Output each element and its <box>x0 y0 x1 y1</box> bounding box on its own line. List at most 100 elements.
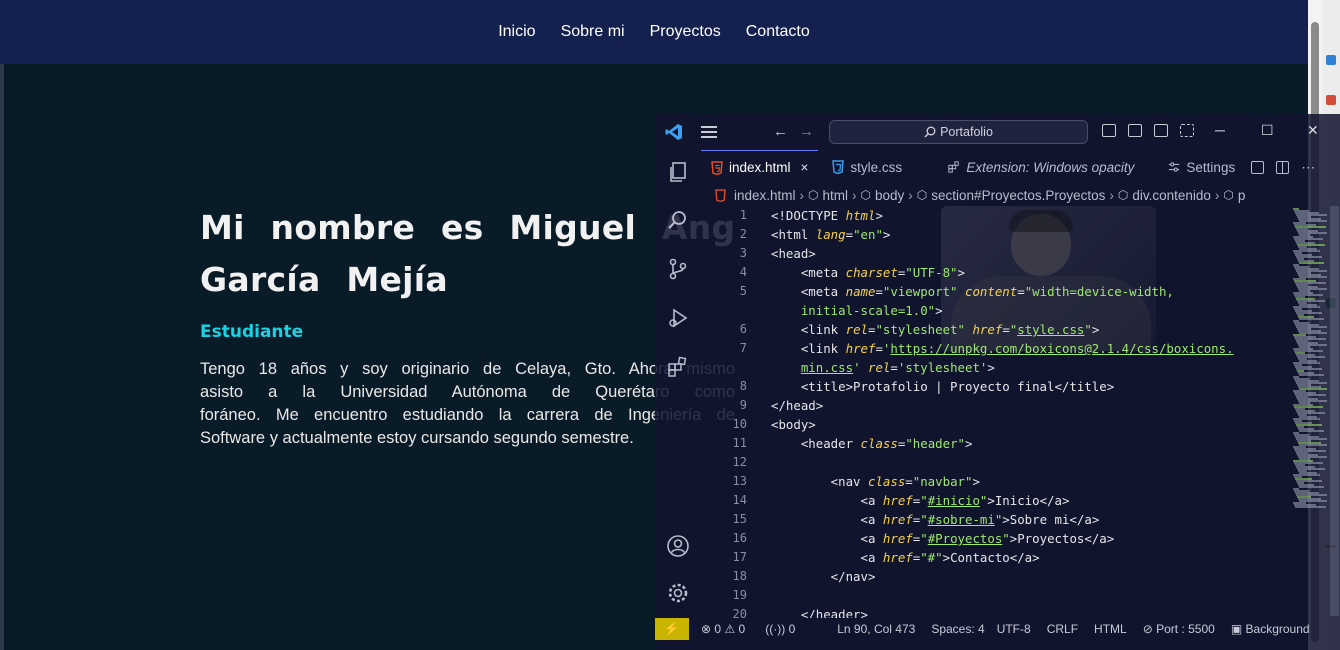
background-extension[interactable]: ▣ Background <box>1231 622 1310 636</box>
settings-sliders-icon <box>1169 162 1180 172</box>
problems-indicator[interactable]: ⊗ 0 ⚠ 0 <box>701 622 745 636</box>
language-mode[interactable]: HTML <box>1094 622 1127 636</box>
tab-settings[interactable]: Settings <box>1158 150 1245 184</box>
code-line[interactable]: <link href='https://unpkg.com/boxicons@2… <box>771 339 1291 358</box>
code-line[interactable]: <head> <box>771 244 1291 263</box>
live-server-port[interactable]: ⊘ Port : 5500 <box>1143 622 1215 636</box>
line-number: 18 <box>732 569 747 583</box>
line-number: 16 <box>732 531 747 545</box>
minimap-line <box>1299 486 1324 488</box>
tab-style-css[interactable]: style.css <box>822 150 938 184</box>
back-arrow-icon[interactable]: ← <box>773 123 788 140</box>
chevron-right-icon: › <box>1214 187 1220 203</box>
code-line[interactable]: </header> <box>771 605 1291 618</box>
code-text[interactable]: <!DOCTYPE html> <html lang="en"> <head> <m… <box>771 206 1291 618</box>
ports-count: 0 <box>788 622 796 636</box>
close-window-icon[interactable]: ✕ <box>1307 122 1319 139</box>
customize-layout-icon[interactable] <box>1180 124 1194 137</box>
explorer-icon[interactable] <box>666 160 690 184</box>
code-line[interactable]: <nav class="navbar"> <box>771 472 1291 491</box>
nav-link-inicio[interactable]: Inicio <box>498 23 535 41</box>
minimize-icon[interactable]: ─ <box>1215 122 1225 138</box>
minimap-line <box>1299 262 1324 264</box>
line-number <box>701 301 747 320</box>
breadcrumb-item[interactable]: div.contenido <box>1132 188 1211 203</box>
code-line[interactable]: <a href="#Proyectos">Proyectos</a> <box>771 529 1291 548</box>
breadcrumb-item[interactable]: body <box>875 188 904 203</box>
forward-arrow-icon[interactable]: → <box>799 123 814 140</box>
code-line[interactable]: <meta name="viewport" content="width=dev… <box>771 282 1291 301</box>
toggle-panel-icon[interactable] <box>1128 124 1142 137</box>
run-debug-icon[interactable] <box>666 306 690 330</box>
port-label: Port : 5500 <box>1156 622 1215 636</box>
remote-indicator[interactable]: ⚡ <box>655 618 689 640</box>
code-line[interactable]: <meta charset="UTF-8"> <box>771 263 1291 282</box>
encoding[interactable]: UTF-8 <box>997 622 1031 636</box>
editor-scrollbar-thumb[interactable] <box>1330 206 1339 616</box>
code-line[interactable]: min.css' rel='stylesheet'> <box>771 358 1291 377</box>
breadcrumb-item[interactable]: index.html <box>734 188 796 203</box>
hamburger-menu-icon[interactable] <box>701 126 717 138</box>
code-line[interactable]: <a href="#sobre-mi">Sobre mi</a> <box>771 510 1291 529</box>
code-line[interactable]: <a href="#inicio">Inicio</a> <box>771 491 1291 510</box>
chevron-right-icon: › <box>799 187 805 203</box>
tab-close-icon[interactable]: × <box>801 160 809 175</box>
search-sidebar-icon[interactable] <box>666 208 690 232</box>
code-line[interactable]: initial-scale=1.0"> <box>771 301 1291 320</box>
code-line[interactable]: <title>Protafolio | Proyecto final</titl… <box>771 377 1291 396</box>
ports-indicator[interactable]: ((·)) 0 <box>765 622 795 636</box>
symbol-icon: ⬡ <box>808 188 819 202</box>
tab-extension-windows-opacity[interactable]: Extension: Windows opacity <box>938 150 1158 184</box>
extension-icon <box>948 161 960 173</box>
minimap[interactable] <box>1291 206 1329 618</box>
editor-scrollbar[interactable] <box>1329 206 1340 618</box>
image-icon: ▣ <box>1230 622 1243 636</box>
editor-actions: ⋯ <box>1251 150 1315 184</box>
maximize-icon[interactable]: ☐ <box>1261 122 1274 139</box>
command-center-search[interactable]: Portafolio <box>829 120 1088 144</box>
nav-link-contacto[interactable]: Contacto <box>746 23 810 41</box>
split-editor-icon[interactable] <box>1276 160 1290 174</box>
chevron-right-icon: › <box>852 187 857 203</box>
code-line[interactable] <box>771 586 1291 605</box>
cursor-position[interactable]: Ln 90, Col 473 <box>837 622 915 636</box>
line-number <box>701 358 747 377</box>
end-of-line[interactable]: CRLF <box>1047 622 1078 636</box>
symbol-icon: ⬡ <box>1117 188 1129 202</box>
more-actions-icon[interactable]: ⋯ <box>1301 159 1315 176</box>
code-line[interactable]: </nav> <box>771 567 1291 586</box>
code-line[interactable]: <a href="#">Contacto</a> <box>771 548 1291 567</box>
vscode-window: ← → Portafolio ─ ☐ ✕ index.html × style.… <box>655 114 1340 650</box>
source-control-icon[interactable] <box>666 257 690 281</box>
tab-index-html[interactable]: index.html × <box>701 150 819 184</box>
open-preview-icon[interactable] <box>1251 160 1265 174</box>
symbol-icon: ⬡ <box>860 188 872 202</box>
line-number: 20 <box>732 607 747 618</box>
code-line[interactable]: <html lang="en"> <box>771 225 1291 244</box>
line-number: 12 <box>732 455 747 469</box>
code-line[interactable]: <link rel="stylesheet" href="style.css"> <box>771 320 1291 339</box>
code-line[interactable] <box>771 453 1291 472</box>
breadcrumb-item[interactable]: html <box>823 188 849 203</box>
tab-label: Settings <box>1186 159 1236 175</box>
indentation[interactable]: Spaces: 4 <box>931 622 984 636</box>
manage-gear-icon[interactable] <box>666 581 690 605</box>
breadcrumb-item[interactable]: section#Proyectos.Proyectos <box>931 188 1105 203</box>
error-count: 0 <box>714 622 722 636</box>
app-icon <box>1326 55 1336 65</box>
extensions-icon[interactable] <box>666 355 690 379</box>
code-line[interactable]: <body> <box>771 415 1291 434</box>
background-label: Background <box>1245 622 1310 636</box>
account-icon[interactable] <box>666 534 690 558</box>
code-line[interactable]: </head> <box>771 396 1291 415</box>
breadcrumb-item[interactable]: p <box>1238 188 1246 203</box>
code-line[interactable]: <header class="header"> <box>771 434 1291 453</box>
code-editor[interactable]: 1 2 3 4 5 6 7 8 9 10 11 12 13 14 15 16 1… <box>701 206 1291 618</box>
code-line[interactable]: <!DOCTYPE html> <box>771 206 1291 225</box>
line-number: 1 <box>739 208 747 222</box>
toggle-sidebar-icon[interactable] <box>1102 124 1116 137</box>
minimap-line <box>1299 430 1324 432</box>
nav-link-sobre-mi[interactable]: Sobre mi <box>561 23 625 41</box>
nav-link-proyectos[interactable]: Proyectos <box>650 23 721 41</box>
toggle-secondary-sidebar-icon[interactable] <box>1154 124 1168 137</box>
